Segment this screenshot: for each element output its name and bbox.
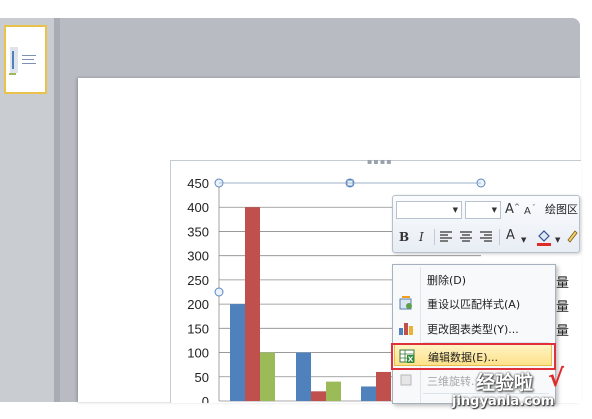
menu-item-label: 更改图表类型(Y)... (427, 323, 519, 336)
y-tick-label: 200 (187, 297, 209, 312)
reset-style-icon (399, 296, 412, 310)
menu-item-change-chart-type[interactable]: 更改图表类型(Y)... (394, 317, 552, 339)
y-tick-label: 100 (187, 346, 209, 361)
italic-button[interactable]: I (419, 230, 424, 244)
chevron-down-icon[interactable]: ▼ (555, 233, 560, 247)
chart-element-label: 绘图区 (545, 203, 578, 216)
bar[interactable] (326, 381, 341, 401)
watermark-url: jingyanla.com (452, 394, 555, 409)
selection-handle[interactable] (214, 287, 224, 297)
bar[interactable] (361, 386, 376, 401)
shrink-font-button[interactable]: A (524, 205, 531, 219)
y-tick-label: 0 (202, 394, 209, 403)
bar[interactable] (245, 207, 260, 401)
behind-text-1: 量 (556, 276, 570, 291)
menu-item-reset-style[interactable]: 重设以匹配样式(A) (394, 292, 552, 314)
font-name-box[interactable]: ▼ (396, 201, 462, 219)
menu-item-label: 重设以匹配样式(A) (427, 298, 521, 311)
bold-button[interactable]: B (399, 230, 409, 244)
menu-item-delete[interactable]: 删除(D) (394, 268, 552, 290)
slide-thumbnail[interactable] (4, 25, 47, 94)
chevron-down-icon: ▼ (491, 206, 497, 214)
bar[interactable] (260, 352, 275, 401)
watermark-text: 经验啦 (476, 372, 534, 394)
y-tick-label: 450 (187, 176, 209, 191)
y-tick-label: 50 (195, 370, 209, 385)
highlight-callout-box (391, 343, 556, 370)
grow-font-arrow-icon: ^ (514, 203, 520, 211)
3d-rotate-icon (400, 374, 412, 386)
behind-text-2: 量 (556, 300, 570, 315)
y-tick-label: 400 (187, 200, 209, 215)
y-tick-label: 150 (187, 321, 209, 336)
chevron-down-icon: ▼ (452, 206, 458, 214)
bar[interactable] (230, 304, 245, 401)
y-tick-label: 250 (187, 273, 209, 288)
fill-bucket-icon[interactable] (535, 227, 553, 247)
chevron-down-icon[interactable]: ▼ (521, 233, 526, 247)
font-color-button[interactable]: A (506, 229, 515, 243)
checkmark-icon: √ (548, 364, 565, 392)
grow-font-button[interactable]: A (505, 203, 514, 217)
align-center-icon[interactable] (459, 230, 473, 244)
font-size-box[interactable]: ▼ (465, 201, 501, 219)
behind-text-3: 量 (556, 324, 570, 339)
shrink-font-arrow-icon: ˇ (532, 204, 536, 212)
bar[interactable] (311, 391, 326, 401)
align-left-icon[interactable] (439, 230, 453, 244)
outline-pen-icon[interactable] (565, 228, 579, 246)
align-right-icon[interactable] (479, 230, 493, 244)
mini-toolbar: ▼ ▼ A ^ A ˇ 绘图区 B I A ▼ ▼ (392, 195, 580, 253)
bar[interactable] (296, 352, 311, 401)
menu-item-label: 删除(D) (427, 274, 467, 287)
y-tick-label: 350 (187, 224, 209, 239)
chart-type-icon (399, 323, 413, 335)
watermark: 经验啦 √ jingyanla.com (452, 364, 592, 416)
bar[interactable] (376, 371, 391, 401)
slide-thumbnail-panel[interactable] (0, 18, 54, 402)
y-tick-label: 300 (187, 249, 209, 264)
